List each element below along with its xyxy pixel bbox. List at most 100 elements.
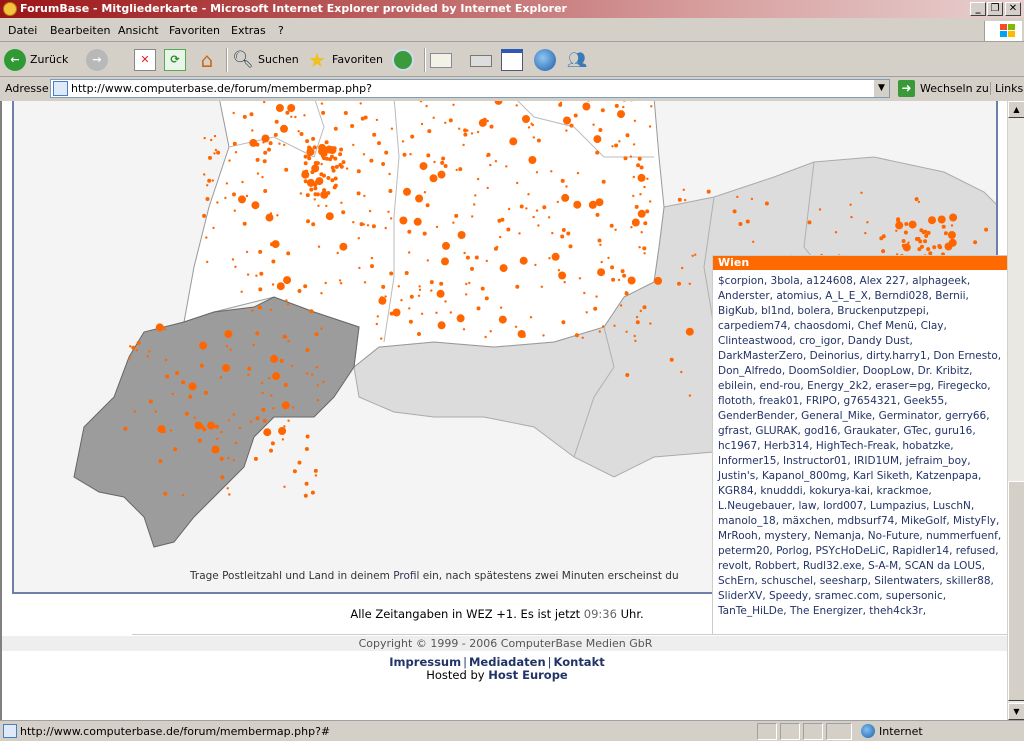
- scroll-up-arrow-icon[interactable]: ▲: [1008, 101, 1024, 118]
- member-dot[interactable]: [165, 358, 168, 362]
- member-dot[interactable]: [317, 245, 321, 248]
- member-dot[interactable]: [339, 147, 344, 152]
- member-dot[interactable]: [368, 209, 372, 213]
- member-dot[interactable]: [222, 364, 231, 372]
- member-dot[interactable]: [233, 209, 236, 212]
- member-dot[interactable]: [284, 167, 289, 172]
- member-dot[interactable]: [283, 382, 288, 387]
- member-dot[interactable]: [540, 285, 543, 288]
- member-dot[interactable]: [941, 224, 946, 229]
- member-dot[interactable]: [489, 124, 494, 129]
- member-dot[interactable]: [324, 281, 327, 285]
- member-dot[interactable]: [384, 150, 389, 155]
- member-dot[interactable]: [313, 198, 316, 201]
- member-dot[interactable]: [928, 216, 936, 225]
- member-dot[interactable]: [452, 103, 455, 106]
- member-dot[interactable]: [313, 192, 318, 197]
- menu-help[interactable]: ?: [278, 24, 284, 37]
- member-dot[interactable]: [249, 112, 254, 117]
- member-dot[interactable]: [654, 276, 663, 285]
- member-dot[interactable]: [245, 194, 249, 198]
- member-dot[interactable]: [818, 208, 822, 211]
- member-dot[interactable]: [158, 459, 163, 464]
- favorites-button[interactable]: ★ Favoriten: [306, 47, 384, 73]
- member-dot[interactable]: [917, 247, 922, 252]
- member-dot[interactable]: [254, 203, 258, 206]
- member-dot[interactable]: [591, 200, 596, 205]
- member-dot[interactable]: [732, 209, 737, 214]
- member-dot[interactable]: [261, 407, 266, 412]
- member-dot[interactable]: [210, 138, 213, 142]
- member-dot[interactable]: [331, 168, 336, 173]
- member-dot[interactable]: [642, 305, 647, 310]
- member-dot[interactable]: [583, 291, 586, 295]
- member-dot[interactable]: [643, 185, 646, 189]
- member-dot[interactable]: [252, 343, 255, 347]
- member-dot[interactable]: [387, 210, 390, 213]
- member-dot[interactable]: [937, 244, 942, 248]
- member-dot[interactable]: [476, 130, 480, 134]
- member-dot[interactable]: [265, 137, 268, 140]
- member-dot[interactable]: [624, 291, 628, 294]
- member-dot[interactable]: [232, 141, 237, 146]
- member-dot[interactable]: [333, 183, 338, 188]
- member-dot[interactable]: [908, 220, 917, 229]
- member-dot[interactable]: [356, 191, 361, 196]
- member-dot[interactable]: [597, 238, 602, 243]
- member-dot[interactable]: [499, 235, 502, 239]
- member-dot[interactable]: [932, 245, 937, 250]
- member-dot[interactable]: [669, 357, 674, 362]
- member-dot[interactable]: [326, 214, 330, 219]
- member-dot[interactable]: [148, 399, 153, 404]
- member-dot[interactable]: [205, 197, 210, 201]
- member-dot[interactable]: [623, 156, 628, 161]
- member-dot[interactable]: [370, 256, 374, 260]
- member-dot[interactable]: [238, 195, 246, 204]
- member-dot[interactable]: [573, 113, 578, 118]
- member-dot[interactable]: [681, 266, 684, 270]
- member-dot[interactable]: [240, 290, 243, 293]
- member-dot[interactable]: [163, 328, 167, 331]
- member-dot[interactable]: [542, 334, 545, 337]
- member-dot[interactable]: [518, 232, 521, 235]
- member-dot[interactable]: [249, 420, 253, 423]
- member-dot[interactable]: [260, 381, 264, 385]
- member-dot[interactable]: [529, 316, 533, 319]
- member-dot[interactable]: [688, 394, 692, 397]
- member-dot[interactable]: [592, 123, 595, 126]
- member-dot[interactable]: [417, 332, 421, 336]
- member-dot[interactable]: [476, 177, 480, 181]
- member-dot[interactable]: [234, 151, 238, 154]
- member-dot[interactable]: [226, 487, 229, 490]
- member-dot[interactable]: [251, 129, 254, 132]
- member-dot[interactable]: [557, 269, 561, 272]
- member-dot[interactable]: [486, 152, 491, 157]
- member-dot[interactable]: [352, 221, 355, 224]
- member-dot[interactable]: [208, 155, 212, 160]
- member-dot[interactable]: [535, 209, 539, 212]
- member-dot[interactable]: [950, 224, 954, 227]
- member-dot[interactable]: [834, 231, 838, 234]
- member-dot[interactable]: [465, 255, 470, 260]
- member-dot[interactable]: [276, 214, 279, 217]
- member-dot[interactable]: [131, 345, 136, 350]
- member-dot[interactable]: [283, 425, 286, 428]
- member-dot[interactable]: [214, 424, 219, 429]
- member-dot[interactable]: [430, 289, 433, 292]
- member-dot[interactable]: [632, 175, 635, 179]
- member-dot[interactable]: [345, 167, 349, 170]
- member-dot[interactable]: [548, 257, 551, 260]
- member-dot[interactable]: [263, 428, 272, 437]
- member-dot[interactable]: [299, 192, 302, 195]
- go-arrow-icon[interactable]: ➜: [898, 80, 915, 97]
- member-dot[interactable]: [413, 217, 422, 226]
- member-dot[interactable]: [463, 251, 466, 255]
- member-dot[interactable]: [267, 147, 271, 152]
- member-dot[interactable]: [283, 485, 286, 488]
- member-dot[interactable]: [476, 306, 481, 311]
- member-dot[interactable]: [219, 376, 223, 379]
- member-dot[interactable]: [376, 315, 379, 318]
- member-dot[interactable]: [560, 178, 565, 183]
- member-dot[interactable]: [285, 110, 290, 115]
- member-dot[interactable]: [598, 330, 601, 333]
